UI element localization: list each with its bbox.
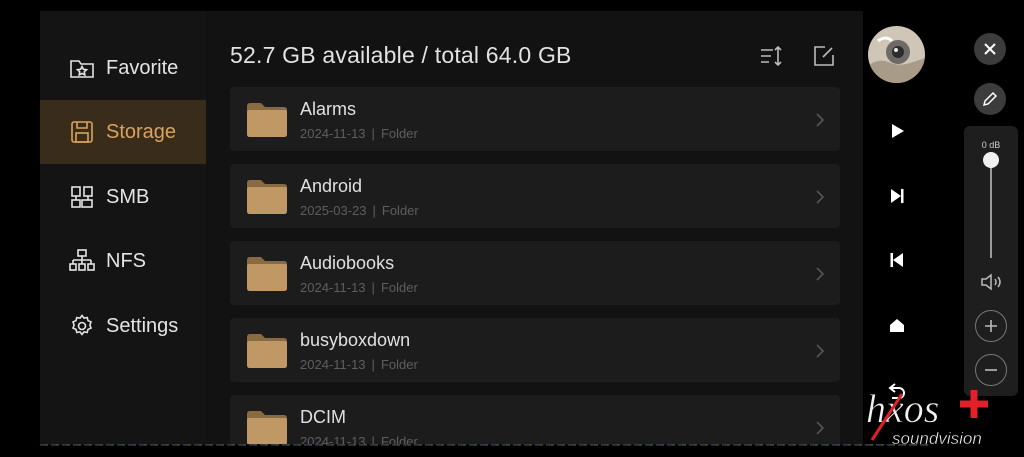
- chevron-right-icon: [816, 113, 825, 127]
- plus-icon: [985, 320, 997, 332]
- sidebar-item-label: Storage: [106, 120, 177, 143]
- sidebar-item-label: Settings: [106, 314, 179, 337]
- chevron-right-icon: [816, 190, 825, 204]
- avatar-image: [868, 26, 925, 83]
- volume-slider[interactable]: [983, 152, 999, 258]
- file-date: 2024-11-13: [300, 126, 366, 141]
- file-type: Folder: [380, 357, 418, 372]
- volume-down-button[interactable]: [975, 354, 1007, 386]
- control-strip: [863, 11, 930, 444]
- sidebar-item-settings[interactable]: Settings: [40, 294, 206, 358]
- home-button[interactable]: [887, 316, 907, 336]
- file-meta: 2024-11-13 | Folder: [300, 280, 418, 295]
- sidebar-item-label: Favorite: [106, 56, 179, 79]
- file-name: Alarms: [300, 99, 357, 119]
- sidebar-item-label: NFS: [106, 249, 146, 272]
- chevron-right-icon: [816, 267, 825, 281]
- chevron-right-icon: [816, 421, 825, 435]
- file-date: 2024-11-13: [300, 280, 366, 295]
- file-date: 2024-11-13: [300, 357, 366, 372]
- volume-up-button[interactable]: [975, 310, 1007, 342]
- speaker-icon[interactable]: [979, 270, 1003, 294]
- folder-icon: [247, 103, 287, 137]
- chevron-right-icon: [816, 344, 825, 358]
- file-type: Folder: [381, 203, 419, 218]
- file-name: Android: [300, 176, 363, 196]
- list-item[interactable]: busyboxdown 2024-11-13 | Folder: [230, 318, 840, 382]
- sort-icon: [761, 45, 782, 67]
- sort-button[interactable]: [758, 43, 784, 69]
- avatar[interactable]: [868, 26, 925, 83]
- screen-artifact: [40, 444, 930, 446]
- meta-separator: |: [372, 203, 376, 218]
- gear-icon: [68, 312, 96, 340]
- watermark-brand-top: hxos: [866, 386, 939, 431]
- list-item[interactable]: Alarms 2024-11-13 | Folder: [230, 87, 840, 151]
- volume-panel: 0 dB: [964, 126, 1018, 396]
- file-type: Folder: [380, 280, 418, 295]
- folder-icon: [247, 180, 287, 214]
- home-icon: [890, 319, 904, 332]
- file-type: Folder: [380, 126, 418, 141]
- file-meta: 2025-03-23 | Folder: [300, 203, 419, 218]
- nfs-network-icon: [68, 247, 96, 275]
- close-overlay-button[interactable]: [974, 33, 1006, 65]
- file-meta: 2024-11-13 | Folder: [300, 126, 418, 141]
- file-name: busyboxdown: [300, 330, 411, 350]
- list-item[interactable]: Android 2025-03-23 | Folder: [230, 164, 840, 228]
- sidebar: Favorite Storage SMB NFS Settings: [40, 11, 206, 444]
- close-icon: [984, 43, 996, 55]
- previous-track-icon: [890, 253, 903, 267]
- play-icon: [892, 124, 904, 138]
- pencil-icon: [982, 91, 998, 107]
- meta-separator: |: [371, 357, 375, 372]
- file-name: Audiobooks: [300, 253, 395, 273]
- sidebar-item-storage[interactable]: Storage: [40, 100, 206, 164]
- sidebar-item-smb[interactable]: SMB: [40, 165, 206, 229]
- storage-icon: [68, 118, 96, 146]
- file-list: Alarms 2024-11-13 | Folder Android 2025-03…: [230, 87, 840, 444]
- app-window: Favorite Storage SMB NFS Settings 52.7 G…: [40, 11, 930, 445]
- sidebar-item-nfs[interactable]: NFS: [40, 229, 206, 293]
- file-name: DCIM: [300, 407, 346, 427]
- volume-level-label: 0 dB: [981, 140, 1001, 150]
- folder-icon: [247, 257, 287, 291]
- smb-network-icon: [68, 183, 96, 211]
- edit-icon: [814, 46, 834, 66]
- meta-separator: |: [371, 126, 375, 141]
- play-button[interactable]: [887, 121, 907, 141]
- meta-separator: |: [371, 280, 375, 295]
- next-track-button[interactable]: [887, 186, 907, 206]
- list-item[interactable]: DCIM 2024-11-13 | Folder: [230, 395, 840, 444]
- folder-icon: [247, 411, 287, 444]
- watermark-logo: hxos soundvision: [866, 386, 988, 448]
- star-folder-icon: [68, 54, 96, 82]
- folder-icon: [247, 334, 287, 368]
- previous-track-button[interactable]: [887, 250, 907, 270]
- sidebar-item-label: SMB: [106, 185, 150, 208]
- edit-overlay-button[interactable]: [974, 83, 1006, 115]
- file-date: 2025-03-23: [300, 203, 367, 218]
- next-track-icon: [891, 189, 904, 203]
- sidebar-item-favorite[interactable]: Favorite: [40, 36, 206, 100]
- storage-info: 52.7 GB available / total 64.0 GB: [230, 42, 572, 68]
- minus-icon: [985, 369, 997, 371]
- file-browser: 52.7 GB available / total 64.0 GB Alarms…: [206, 11, 863, 444]
- file-meta: 2024-11-13 | Folder: [300, 357, 418, 372]
- volume-slider-knob[interactable]: [983, 152, 999, 168]
- edit-button[interactable]: [811, 43, 837, 69]
- list-item[interactable]: Audiobooks 2024-11-13 | Folder: [230, 241, 840, 305]
